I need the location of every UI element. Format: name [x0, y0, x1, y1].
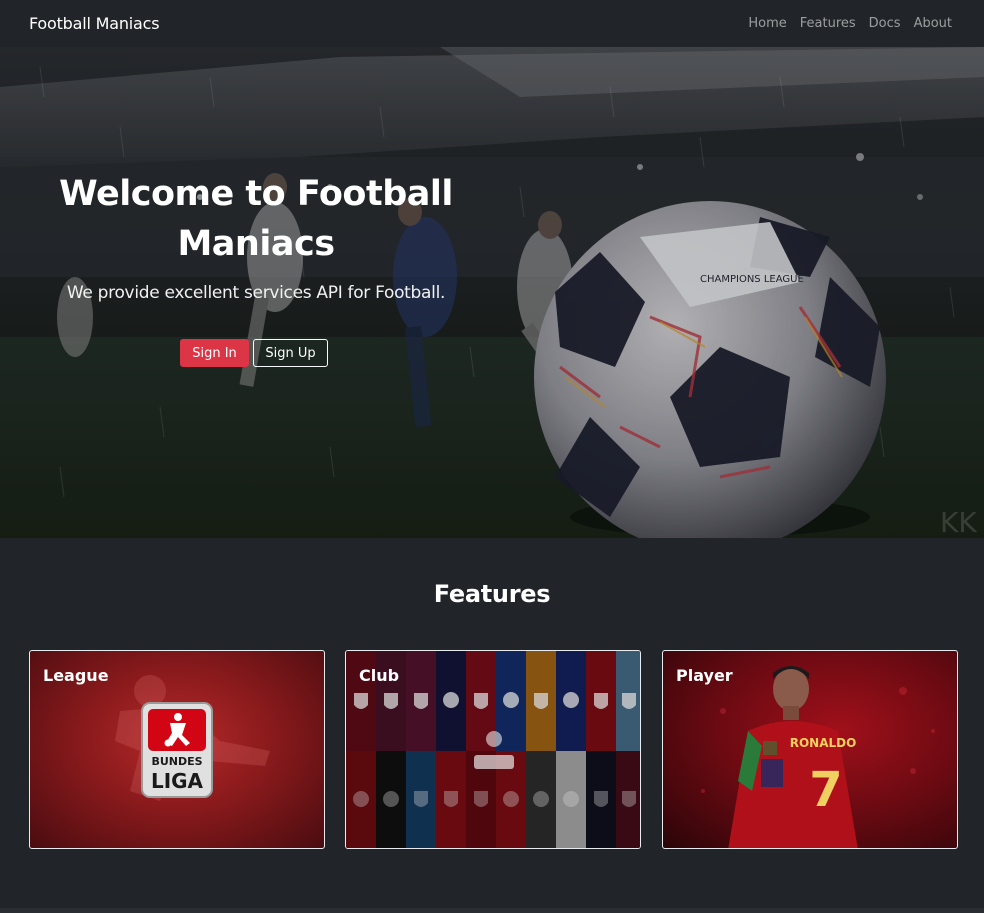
navbar: Football Maniacs Home Features Docs Abou… [0, 0, 984, 47]
hero-section: CHAMPIONS LEAGUE KK Welcome to Football … [0, 47, 984, 538]
nav-link-home[interactable]: Home [748, 16, 786, 31]
nav-link-features[interactable]: Features [800, 16, 856, 31]
nav-links: Home Features Docs About [748, 16, 952, 31]
hero-buttons: Sign In Sign Up [40, 339, 472, 367]
features-heading: Features [433, 580, 551, 608]
nav-link-docs[interactable]: Docs [869, 16, 901, 31]
sign-in-button[interactable]: Sign In [180, 339, 249, 367]
player-jersey-name: RONALDO [790, 736, 857, 750]
hero-title: Welcome to Football Maniacs [59, 174, 453, 264]
league-logo-top-text: BUNDES [151, 755, 202, 768]
sign-up-button[interactable]: Sign Up [253, 339, 328, 367]
hero-content: Welcome to Football Maniacs We provide e… [40, 169, 472, 367]
league-logo-bottom-text: LIGA [151, 769, 204, 793]
feature-card-player[interactable]: RONALDO 7 Player [662, 650, 958, 849]
hero-subtitle: We provide excellent services API for Fo… [66, 283, 446, 303]
player-jersey-number: 7 [809, 762, 842, 818]
card-title-league: League [43, 666, 109, 685]
nav-link-about[interactable]: About [914, 16, 952, 31]
brand-link[interactable]: Football Maniacs [29, 14, 160, 33]
feature-card-club[interactable]: Club [345, 650, 641, 849]
page-bottom-divider [0, 908, 984, 913]
card-title-player: Player [676, 666, 733, 685]
card-title-club: Club [359, 666, 400, 685]
feature-card-league[interactable]: BUNDES LIGA League [29, 650, 325, 849]
